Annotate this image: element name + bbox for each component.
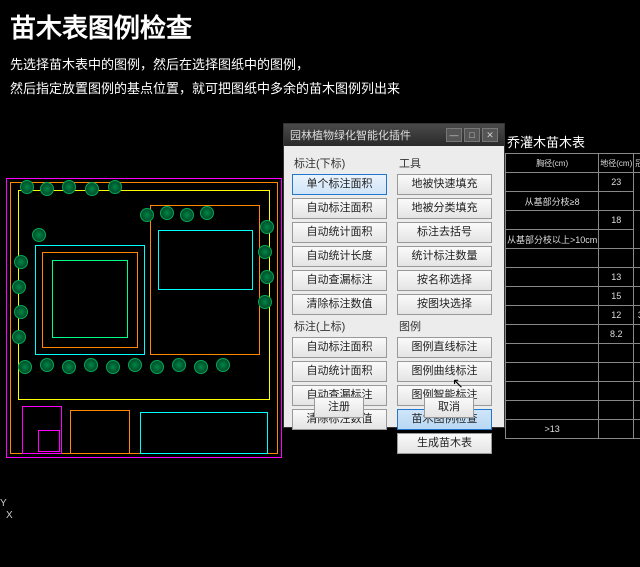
dialog-title-text: 园林植物绿化智能化插件 <box>290 127 411 143</box>
group-label-tools: 工具 <box>399 155 496 171</box>
btn-single-area[interactable]: 单个标注面积 <box>292 174 387 195</box>
btn-ground-fast-fill[interactable]: 地被快速填充 <box>397 174 492 195</box>
btn-register[interactable]: 注册 <box>314 397 364 418</box>
maximize-icon[interactable]: □ <box>464 128 480 142</box>
group-label-legend: 图例 <box>399 318 496 334</box>
table-title: 乔灌木苗木表 <box>505 130 640 153</box>
btn-auto-area[interactable]: 自动标注面积 <box>292 198 387 219</box>
close-icon[interactable]: ✕ <box>482 128 498 142</box>
btn-remove-bracket[interactable]: 标注去括号 <box>397 222 492 243</box>
dialog-titlebar[interactable]: 园林植物绿化智能化插件 — □ ✕ <box>284 124 504 146</box>
btn-legend-curve[interactable]: 图例曲线标注 <box>397 361 492 382</box>
group-label-bottom: 标注(下标) <box>294 155 391 171</box>
btn-cancel[interactable]: 取消 <box>424 397 474 418</box>
cad-drawing[interactable] <box>0 160 300 490</box>
y-axis-label: Y <box>0 498 7 509</box>
btn-auto-stat-area-2[interactable]: 自动统计面积 <box>292 361 387 382</box>
page-title: 苗木表图例检查 <box>0 0 640 53</box>
group-label-top: 标注(上标) <box>294 318 391 334</box>
x-axis-label: X <box>6 510 13 521</box>
btn-auto-check-miss[interactable]: 自动查漏标注 <box>292 270 387 291</box>
plant-table: 乔灌木苗木表 胸径(cm)地径(cm)冠幅(m)分枝点(m) 235.5<0.5… <box>505 130 640 470</box>
plant-data-table[interactable]: 胸径(cm)地径(cm)冠幅(m)分枝点(m) 235.5<0.5 从基部分枝≥… <box>505 153 640 439</box>
btn-auto-area-2[interactable]: 自动标注面积 <box>292 337 387 358</box>
btn-ground-class-fill[interactable]: 地被分类填充 <box>397 198 492 219</box>
btn-auto-stat-len[interactable]: 自动统计长度 <box>292 246 387 267</box>
btn-legend-line[interactable]: 图例直线标注 <box>397 337 492 358</box>
subtitle-2: 然后指定放置图例的基点位置，就可把图纸中多余的苗木图例列出来 <box>0 77 640 101</box>
btn-select-by-name[interactable]: 按名称选择 <box>397 270 492 291</box>
btn-generate-table[interactable]: 生成苗木表 <box>397 433 492 454</box>
btn-clear-values[interactable]: 清除标注数值 <box>292 294 387 315</box>
subtitle-1: 先选择苗木表中的图例，然后在选择图纸中的图例， <box>0 53 640 77</box>
btn-auto-stat-area[interactable]: 自动统计面积 <box>292 222 387 243</box>
plugin-dialog: 园林植物绿化智能化插件 — □ ✕ 标注(下标) 单个标注面积 自动标注面积 自… <box>283 123 505 428</box>
btn-select-by-block[interactable]: 按图块选择 <box>397 294 492 315</box>
btn-stat-count[interactable]: 统计标注数量 <box>397 246 492 267</box>
minimize-icon[interactable]: — <box>446 128 462 142</box>
